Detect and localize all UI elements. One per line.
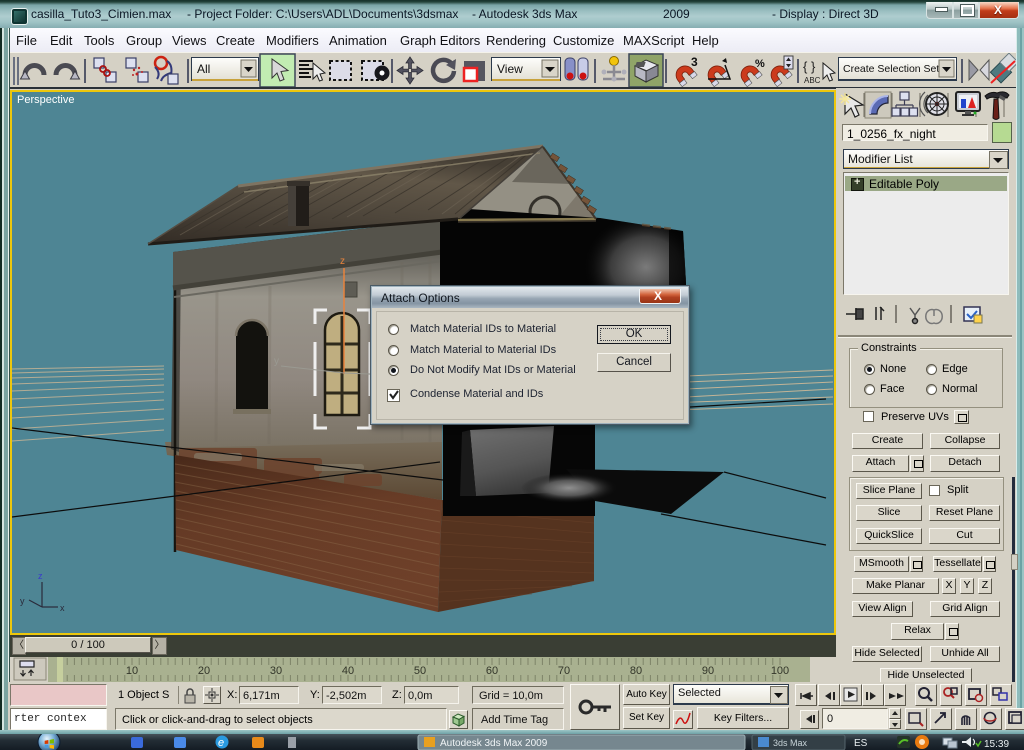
svg-text:80: 80 [630,665,642,677]
svg-text:60: 60 [486,665,498,677]
svg-text:Autodesk 3ds Max 2009: Autodesk 3ds Max 2009 [440,738,548,749]
svg-text:ES: ES [854,738,868,749]
svg-text:Create Selection Set: Create Selection Set [843,63,939,75]
svg-text:e: e [218,737,224,749]
svg-text:y: y [20,596,25,606]
svg-text:90: 90 [702,665,714,677]
svg-text:50: 50 [414,665,426,677]
svg-text:y: y [274,356,279,367]
svg-text:20: 20 [198,665,210,677]
svg-text:z: z [38,571,43,581]
svg-text:ABC: ABC [804,76,821,85]
svg-text:10: 10 [126,665,138,677]
svg-text:15:39: 15:39 [984,739,1009,750]
svg-text:z: z [340,256,345,267]
svg-text:3ds Max: 3ds Max [773,738,808,748]
svg-text:View: View [497,62,523,76]
svg-text:x: x [60,603,65,613]
svg-text:70: 70 [558,665,570,677]
svg-text:3: 3 [691,55,698,69]
svg-text:40: 40 [342,665,354,677]
svg-text:{ }: { } [803,59,816,74]
svg-text:%: % [755,58,765,70]
svg-text:100: 100 [771,665,789,677]
svg-text:All: All [197,62,210,76]
svg-text:30: 30 [270,665,282,677]
